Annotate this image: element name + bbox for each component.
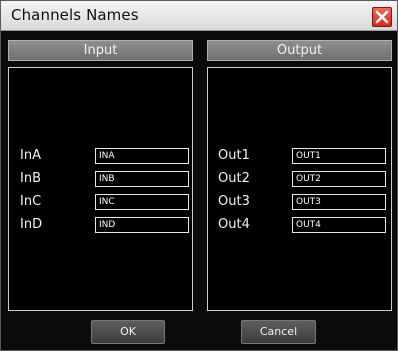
- channels-names-dialog: Channels Names Input InA InB InC InD Out…: [0, 0, 398, 351]
- ok-button[interactable]: OK: [91, 320, 165, 344]
- output-label-4: Out4: [218, 217, 250, 232]
- output-name-field-4[interactable]: [292, 217, 386, 233]
- input-header-label: Input: [83, 43, 118, 58]
- input-label-a: InA: [20, 148, 41, 163]
- cancel-button[interactable]: Cancel: [241, 320, 316, 344]
- input-panel: InA InB InC InD: [8, 67, 193, 311]
- output-name-field-2[interactable]: [292, 171, 386, 187]
- output-panel: Out1 Out2 Out3 Out4: [207, 67, 392, 311]
- output-name-field-1[interactable]: [292, 148, 386, 164]
- input-name-field-a[interactable]: [95, 148, 189, 164]
- output-label-1: Out1: [218, 148, 250, 163]
- input-name-field-d[interactable]: [95, 217, 189, 233]
- input-label-c: InC: [20, 194, 42, 209]
- output-label-3: Out3: [218, 194, 250, 209]
- close-icon: [375, 10, 389, 24]
- output-label-2: Out2: [218, 171, 250, 186]
- input-label-d: InD: [20, 217, 43, 232]
- input-label-b: InB: [20, 171, 41, 186]
- output-name-field-3[interactable]: [292, 194, 386, 210]
- input-panel-header: Input: [8, 40, 193, 61]
- input-name-field-b[interactable]: [95, 171, 189, 187]
- close-button[interactable]: [372, 7, 392, 27]
- dialog-title: Channels Names: [11, 6, 139, 24]
- output-header-label: Output: [276, 43, 323, 58]
- input-name-field-c[interactable]: [95, 194, 189, 210]
- title-bar[interactable]: Channels Names: [1, 1, 397, 31]
- output-panel-header: Output: [207, 40, 392, 61]
